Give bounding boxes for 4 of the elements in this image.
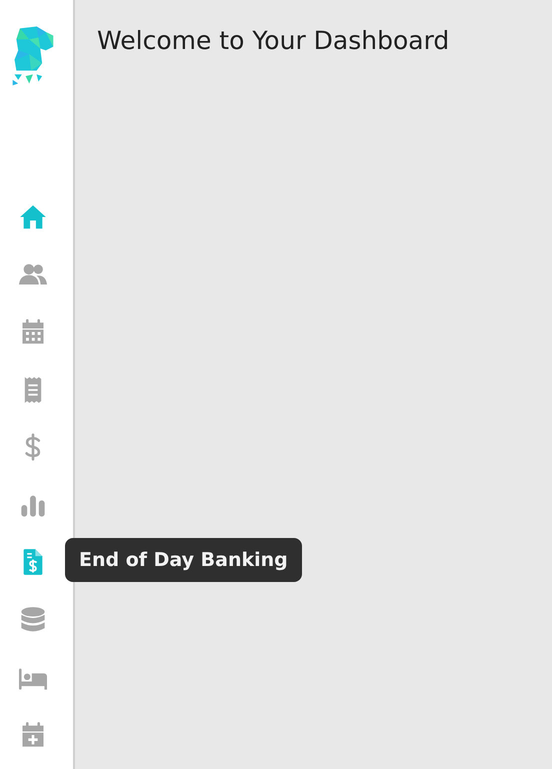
database-icon[interactable] [18, 606, 46, 634]
home-icon[interactable] [18, 202, 46, 231]
tooltip: End of Day Banking [65, 538, 302, 582]
page-title: Welcome to Your Dashboard [97, 26, 450, 55]
